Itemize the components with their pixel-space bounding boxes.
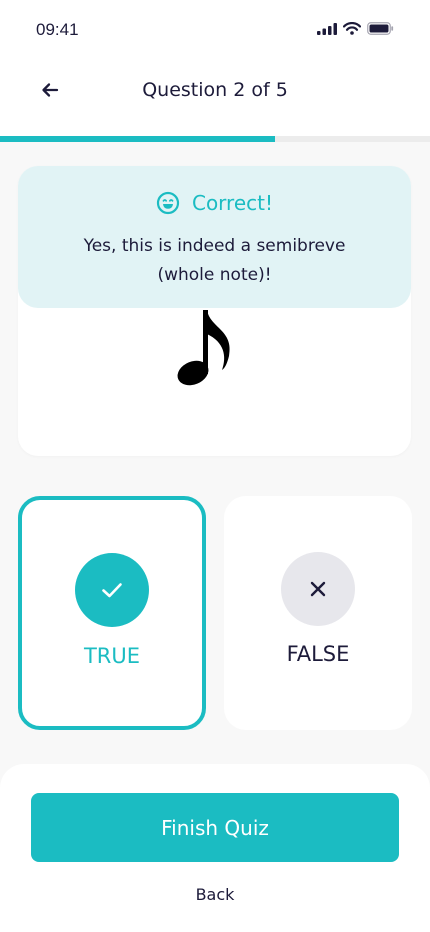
back-link[interactable]: Back (0, 885, 430, 904)
bottom-sheet: Finish Quiz Back (0, 764, 430, 932)
status-time: 09:41 (36, 20, 79, 39)
feedback-message: Yes, this is indeed a semibreve (whole n… (83, 236, 346, 285)
x-icon (310, 581, 326, 597)
answer-false-label: FALSE (286, 642, 350, 666)
wifi-icon (343, 22, 361, 35)
question-card: Correct! Yes, this is indeed a semibreve… (18, 166, 411, 456)
answer-true-label: TRUE (83, 644, 141, 668)
feedback-title: Correct! (18, 191, 411, 215)
progress-fill (0, 136, 276, 142)
answer-true-card[interactable]: TRUE (18, 496, 206, 730)
eighth-note-icon (177, 310, 230, 386)
progress-bar (0, 136, 430, 142)
feedback-title-text: Correct! (191, 191, 273, 215)
cellular-signal-icon (317, 22, 337, 35)
header: Question 2 of 5 (0, 60, 430, 136)
status-icons (317, 22, 394, 35)
smiley-icon (156, 191, 180, 215)
answer-false-card[interactable]: FALSE (224, 496, 412, 730)
answer-false-circle (281, 552, 355, 626)
answer-true-circle (75, 553, 149, 627)
finish-quiz-button[interactable]: Finish Quiz (31, 793, 399, 862)
checkmark-icon (102, 583, 122, 598)
page-title: Question 2 of 5 (142, 79, 288, 101)
battery-icon (367, 22, 394, 35)
status-bar: 09:41 (0, 0, 430, 60)
feedback-banner: Correct! Yes, this is indeed a semibreve… (18, 166, 411, 308)
